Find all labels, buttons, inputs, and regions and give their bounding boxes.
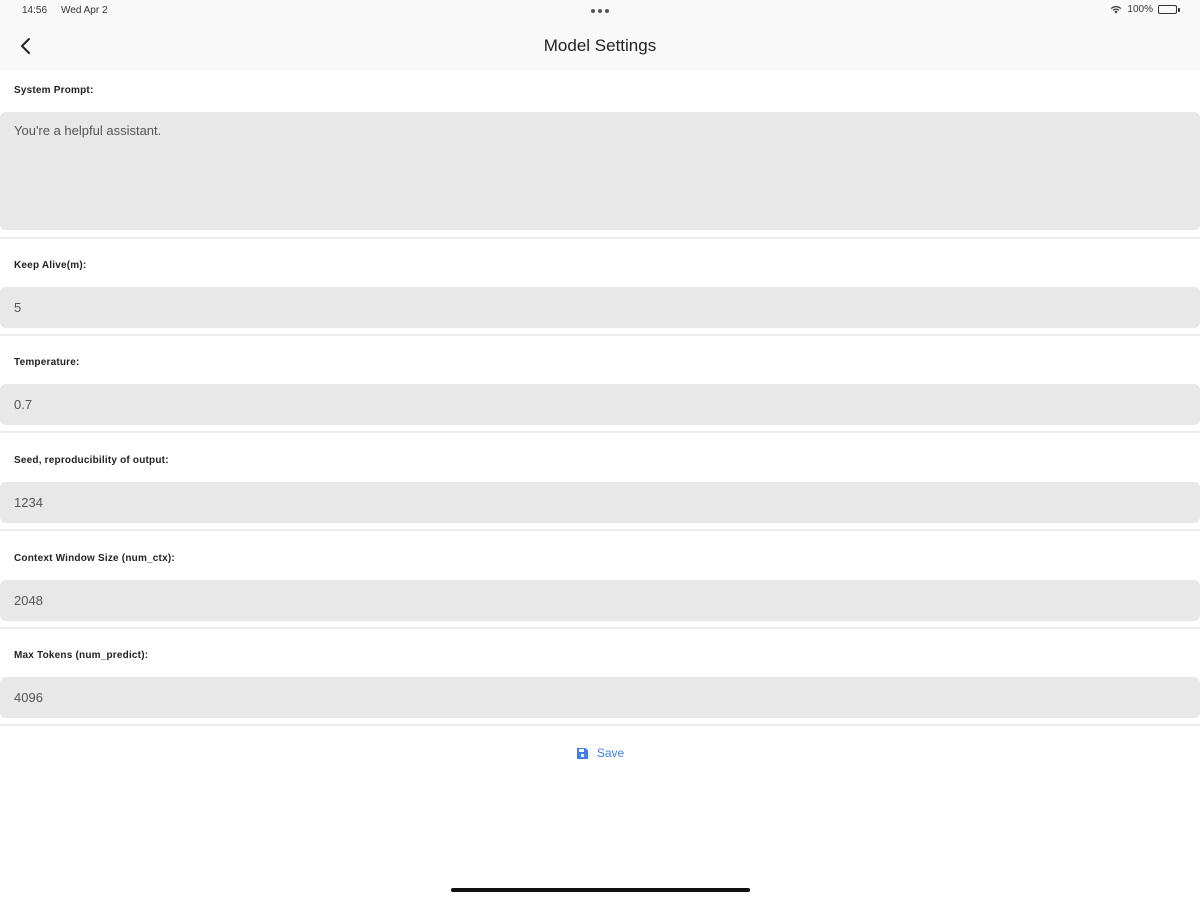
temperature-input[interactable] (0, 384, 1200, 425)
wifi-icon (1110, 5, 1122, 14)
divider (0, 724, 1200, 726)
divider (0, 237, 1200, 239)
navigation-bar: Model Settings (0, 22, 1200, 70)
status-bar: 14:56 Wed Apr 2 100% (0, 0, 1200, 22)
max-tokens-input[interactable] (0, 677, 1200, 718)
system-prompt-input[interactable]: You're a helpful assistant. (0, 112, 1200, 230)
keep-alive-input[interactable] (0, 287, 1200, 328)
divider (0, 334, 1200, 336)
status-date: Wed Apr 2 (61, 5, 108, 16)
divider (0, 627, 1200, 629)
battery-icon (1158, 5, 1180, 14)
battery-percentage: 100% (1127, 4, 1153, 15)
home-indicator[interactable] (451, 888, 750, 892)
context-window-input[interactable] (0, 580, 1200, 621)
status-time: 14:56 (22, 5, 48, 16)
status-indicators: 100% (1110, 4, 1180, 15)
save-button[interactable]: Save (570, 746, 630, 760)
floppy-disk-icon (576, 747, 589, 760)
divider (0, 431, 1200, 433)
seed-label: Seed, reproducibility of output: (14, 455, 169, 466)
context-window-label: Context Window Size (num_ctx): (14, 553, 175, 564)
page-title: Model Settings (543, 36, 657, 55)
divider (0, 529, 1200, 531)
seed-input[interactable] (0, 482, 1200, 523)
max-tokens-label: Max Tokens (num_predict): (14, 650, 149, 661)
temperature-label: Temperature: (14, 357, 80, 368)
keep-alive-label: Keep Alive(m): (14, 260, 87, 271)
save-button-label: Save (596, 746, 625, 760)
multitasking-dots-icon[interactable] (591, 9, 609, 13)
system-prompt-label: System Prompt: (14, 85, 94, 96)
